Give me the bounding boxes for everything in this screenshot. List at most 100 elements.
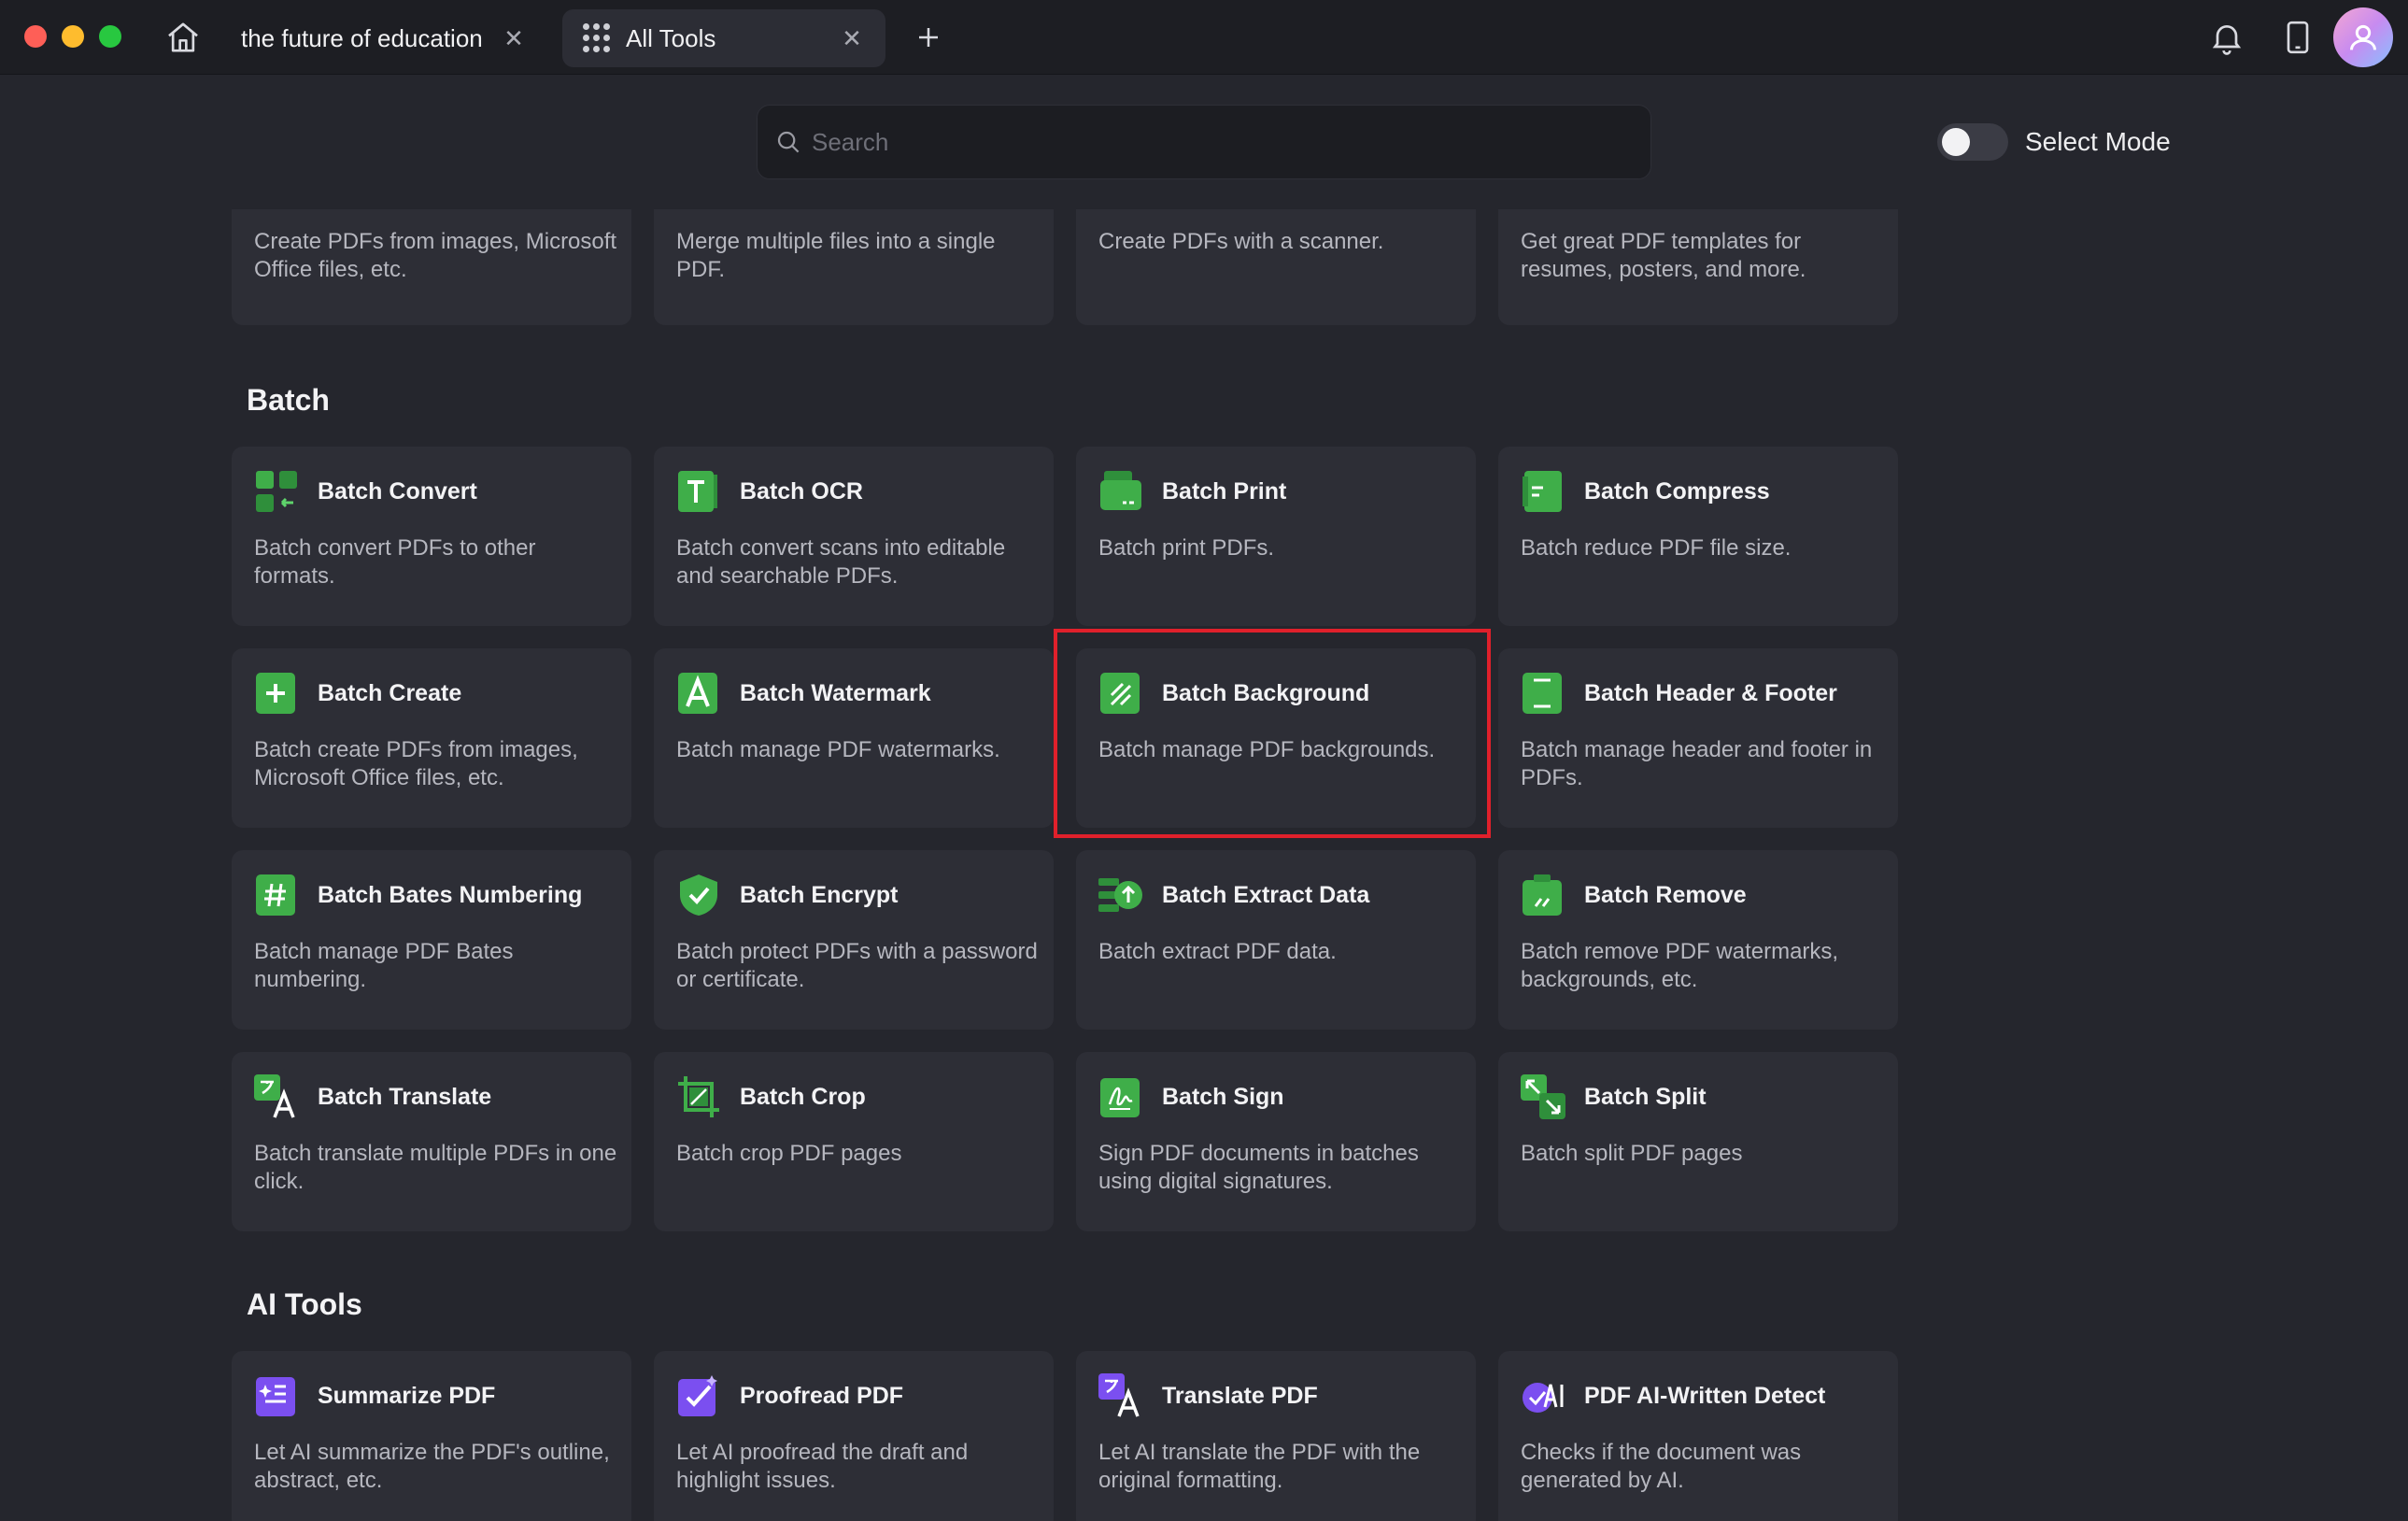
tool-card-desc: Create PDFs with a scanner. [1098,229,1384,254]
select-mode-toggle[interactable] [1937,123,2008,161]
header-footer-icon [1521,671,1565,716]
tool-card-desc: Batch convert scans into editable and se… [676,535,1006,589]
tool-card-desc: Merge multiple files into a single PDF. [676,229,996,282]
tool-card-summarize[interactable]: Summarize PDF Let AI summarize the PDF's… [232,1351,631,1521]
extract-icon [1098,873,1143,917]
tool-card-batch-convert[interactable]: Batch Convert Batch convert PDFs to othe… [232,447,631,626]
home-icon[interactable] [163,17,204,58]
tool-card-title: Batch Watermark [740,680,931,706]
toggle-knob [1942,128,1970,156]
tool-card-title: Batch Bates Numbering [318,882,583,908]
tool-card-batch-background[interactable]: Batch Background Batch manage PDF backgr… [1076,648,1476,828]
print-icon [1098,469,1143,514]
new-tab-icon[interactable] [910,19,947,56]
tool-card-proofread[interactable]: Proofread PDF Let AI proofread the draft… [654,1351,1054,1521]
notification-bell-icon[interactable] [2208,19,2245,61]
tool-card-desc: Batch reduce PDF file size. [1521,535,1792,561]
mobile-device-icon[interactable] [2279,19,2316,61]
compress-icon [1521,469,1565,514]
tool-card-batch-translate[interactable]: Batch Translate Batch translate multiple… [232,1052,631,1231]
tool-card-title: Batch Translate [318,1084,492,1110]
tool-card-title: PDF AI-Written Detect [1584,1383,1826,1409]
section-title-ai-tools: AI Tools [247,1287,362,1321]
tool-card-batch-remove[interactable]: Batch Remove Batch remove PDF watermarks… [1498,850,1898,1030]
tool-card-batch-encrypt[interactable]: Batch Encrypt Batch protect PDFs with a … [654,850,1054,1030]
search-icon [777,131,800,153]
tool-card-batch-watermark[interactable]: Batch Watermark Batch manage PDF waterma… [654,648,1054,828]
close-tab-icon[interactable]: ✕ [839,24,865,52]
translate-icon [254,1074,299,1119]
tool-card-desc: Batch create PDFs from images, Microsoft… [254,737,578,790]
tool-card-desc: Let AI translate the PDF with the origin… [1098,1440,1421,1493]
tool-card-desc: Batch crop PDF pages [676,1141,902,1166]
tool-card-desc: Batch remove PDF watermarks, backgrounds… [1521,939,1839,992]
section-title-batch: Batch [247,383,330,417]
close-window-button[interactable] [24,25,47,48]
zoom-window-button[interactable] [99,25,121,48]
tool-card-batch-extract[interactable]: Batch Extract Data Batch extract PDF dat… [1076,850,1476,1030]
ai-translate-icon [1098,1373,1143,1418]
tool-card-ai-translate[interactable]: Translate PDF Let AI translate the PDF w… [1076,1351,1476,1521]
summarize-icon [254,1373,299,1418]
background-icon [1098,671,1143,716]
tool-card-title: Batch Sign [1162,1084,1284,1110]
tool-card-ai-detect[interactable]: PDF AI-Written Detect Checks if the docu… [1498,1351,1898,1521]
tool-card-batch-header-footer[interactable]: Batch Header & Footer Batch manage heade… [1498,648,1898,828]
ocr-icon [676,469,721,514]
tool-card-merge[interactable]: Merge multiple files into a single PDF. [654,209,1054,325]
tool-card-title: Batch Print [1162,478,1287,505]
tool-card-desc: Let AI proofread the draft and highlight… [676,1440,969,1493]
tab-all-tools[interactable]: All Tools ✕ [562,9,885,67]
tool-card-title: Summarize PDF [318,1383,496,1409]
tool-card-title: Batch Convert [318,478,477,505]
tab-document[interactable]: the future of education ✕ [220,9,547,67]
search-input[interactable] [812,127,1634,157]
tool-card-desc: Batch print PDFs. [1098,535,1275,561]
tool-card-batch-compress[interactable]: Batch Compress Batch reduce PDF file siz… [1498,447,1898,626]
tool-card-batch-bates[interactable]: Batch Bates Numbering Batch manage PDF B… [232,850,631,1030]
create-icon [254,671,299,716]
tool-card-batch-crop[interactable]: Batch Crop Batch crop PDF pages [654,1052,1054,1231]
tool-card-title: Batch Remove [1584,882,1747,908]
bates-icon [254,873,299,917]
tool-card-title: Proofread PDF [740,1383,904,1409]
minimize-window-button[interactable] [62,25,84,48]
user-avatar[interactable] [2333,7,2393,67]
tool-card-title: Batch Encrypt [740,882,899,908]
tool-card-desc: Batch extract PDF data. [1098,939,1337,964]
tool-card-create[interactable]: Create PDFs from images, Microsoft Offic… [232,209,631,325]
tool-card-templates[interactable]: Get great PDF templates for resumes, pos… [1498,209,1898,325]
tool-card-title: Batch Create [318,680,462,706]
tool-card-scan[interactable]: Create PDFs with a scanner. [1076,209,1476,325]
search-bar[interactable] [757,105,1651,179]
tool-card-batch-create[interactable]: Batch Create Batch create PDFs from imag… [232,648,631,828]
tab-document-label: the future of education [241,23,483,52]
tool-card-batch-sign[interactable]: Batch Sign Sign PDF documents in batches… [1076,1052,1476,1231]
tool-card-desc: Create PDFs from images, Microsoft Offic… [254,229,617,282]
split-icon [1521,1074,1565,1119]
tool-card-desc: Let AI summarize the PDF's outline, abst… [254,1440,610,1493]
close-tab-icon[interactable]: ✕ [501,24,527,52]
tool-card-desc: Batch translate multiple PDFs in one cli… [254,1141,617,1194]
tool-card-desc: Checks if the document was generated by … [1521,1440,1802,1493]
tool-card-batch-ocr[interactable]: Batch OCR Batch convert scans into edita… [654,447,1054,626]
convert-icon [254,469,299,514]
tool-card-title: Batch Crop [740,1084,866,1110]
tool-card-batch-split[interactable]: Batch Split Batch split PDF pages [1498,1052,1898,1231]
sign-icon [1098,1074,1143,1119]
tool-card-desc: Batch convert PDFs to other formats. [254,535,536,589]
tool-card-title: Batch Background [1162,680,1370,706]
watermark-icon [676,671,721,716]
grid-icon [583,23,613,53]
tool-card-desc: Batch manage PDF backgrounds. [1098,737,1436,762]
remove-icon [1521,873,1565,917]
select-mode-label: Select Mode [2025,127,2171,156]
tool-card-title: Batch Split [1584,1084,1707,1110]
tool-card-desc: Batch manage PDF watermarks. [676,737,1000,762]
crop-icon [676,1074,721,1119]
tools-scroll-area[interactable]: Create PDFs from images, Microsoft Offic… [0,209,2408,1521]
tool-card-title: Translate PDF [1162,1383,1318,1409]
tool-card-desc: Get great PDF templates for resumes, pos… [1521,229,1806,282]
tool-card-desc: Sign PDF documents in batches using digi… [1098,1141,1419,1194]
tool-card-batch-print[interactable]: Batch Print Batch print PDFs. [1076,447,1476,626]
